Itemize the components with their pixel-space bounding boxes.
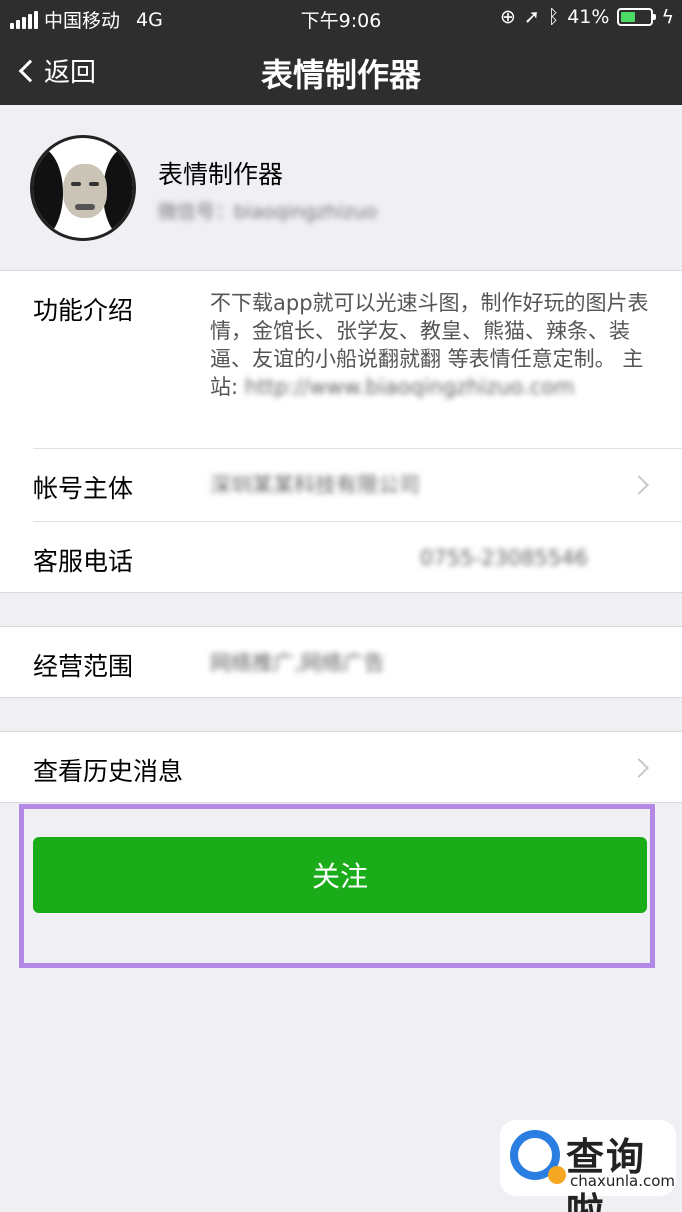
business-row: 经营范围 网络推广,网络广告 bbox=[0, 627, 682, 699]
entity-value: 深圳某某科技有限公司 bbox=[210, 473, 420, 497]
page-title: 表情制作器 bbox=[260, 56, 421, 94]
location-icon: ➚ bbox=[523, 6, 540, 28]
account-name: 表情制作器 bbox=[158, 160, 284, 189]
business-label: 经营范围 bbox=[33, 652, 134, 681]
business-value: 网络推广,网络广告 bbox=[210, 651, 385, 675]
phone-label: 客服电话 bbox=[33, 547, 134, 576]
chevron-right-icon bbox=[629, 758, 649, 778]
search-logo-icon bbox=[510, 1130, 566, 1184]
account-wechat-id: 微信号：biaoqingzhizuo bbox=[158, 201, 377, 223]
profile-header: 表情制作器 微信号：biaoqingzhizuo bbox=[0, 105, 682, 270]
charging-icon: ϟ bbox=[661, 6, 674, 28]
follow-button[interactable]: 关注 bbox=[33, 837, 647, 913]
business-group: 经营范围 网络推广,网络广告 bbox=[0, 626, 682, 698]
chevron-right-icon bbox=[629, 475, 649, 495]
phone-value: 0755-23085546 bbox=[420, 546, 588, 570]
watermark-en: chaxunla.com bbox=[570, 1172, 675, 1190]
history-group: 查看历史消息 bbox=[0, 731, 682, 803]
nav-bar: 返回 表情制作器 bbox=[0, 36, 682, 105]
status-bar: 中国移动 4G 下午9:06 ⊕ ➚ ᛒ 41% ϟ bbox=[0, 0, 682, 36]
avatar[interactable] bbox=[30, 135, 136, 241]
phone-row[interactable]: 客服电话 0755-23085546 bbox=[0, 522, 682, 594]
intro-label: 功能介绍 bbox=[33, 296, 134, 325]
intro-row: 功能介绍 不下载app就可以光速斗图，制作好玩的图片表情，金馆长、张学友、教皇、… bbox=[0, 271, 682, 448]
watermark-cn: 查询啦 bbox=[566, 1135, 647, 1212]
battery-icon bbox=[617, 8, 657, 26]
watermark: 查询啦 chaxunla.com bbox=[500, 1120, 676, 1212]
intro-text: 不下载app就可以光速斗图，制作好玩的图片表情，金馆长、张学友、教皇、熊猫、辣条… bbox=[210, 289, 650, 401]
bluetooth-icon: ᛒ bbox=[547, 6, 560, 28]
history-row[interactable]: 查看历史消息 bbox=[0, 732, 682, 804]
info-group: 功能介绍 不下载app就可以光速斗图，制作好玩的图片表情，金馆长、张学友、教皇、… bbox=[0, 270, 682, 593]
rotation-lock-icon: ⊕ bbox=[499, 6, 516, 28]
battery-percent: 41% bbox=[567, 6, 610, 28]
history-label: 查看历史消息 bbox=[33, 757, 184, 786]
intro-url[interactable]: http://www.biaoqingzhizuo.com bbox=[245, 375, 575, 399]
entity-row[interactable]: 帐号主体 深圳某某科技有限公司 bbox=[0, 449, 682, 521]
entity-label: 帐号主体 bbox=[33, 474, 134, 503]
status-right: ⊕ ➚ ᛒ 41% ϟ bbox=[500, 6, 674, 28]
